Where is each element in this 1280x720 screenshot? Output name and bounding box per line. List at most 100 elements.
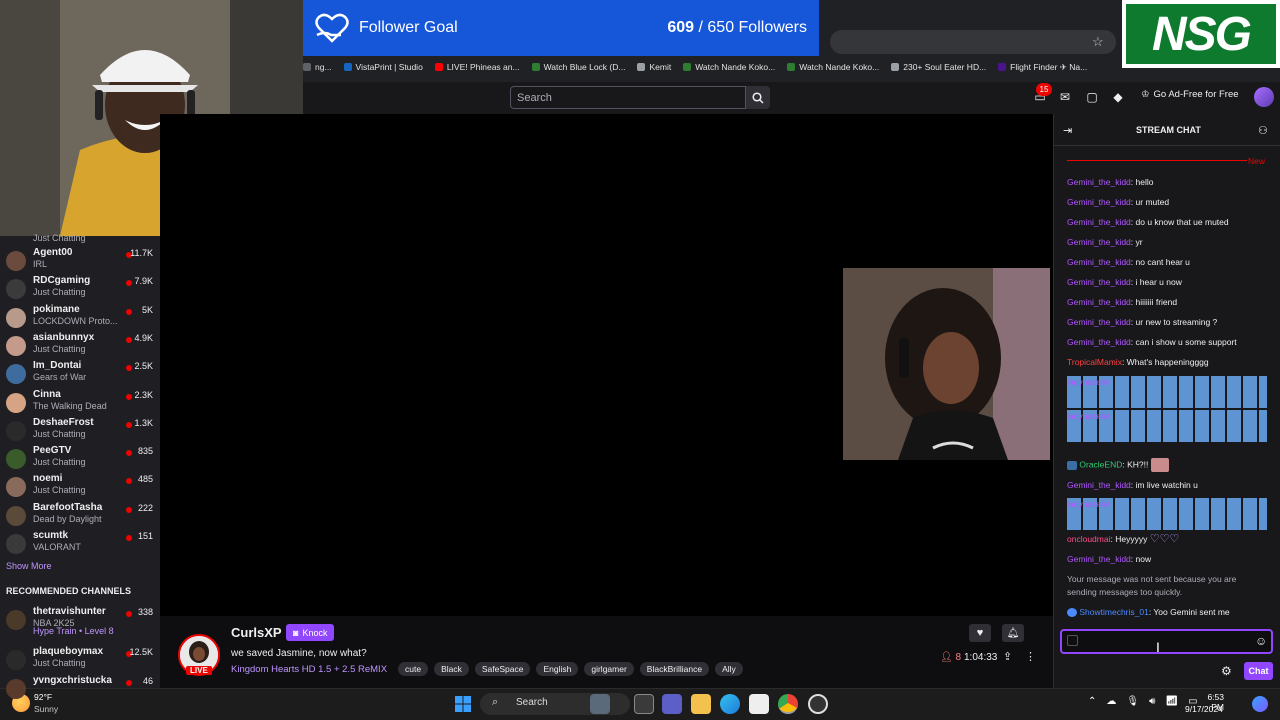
- chat-username[interactable]: oncloudmai: [1067, 534, 1110, 544]
- sidebar-channel[interactable]: RDCgaming Just Chatting 7.9K: [0, 273, 160, 301]
- chat-input-box[interactable]: [1060, 629, 1273, 654]
- chat-username[interactable]: Gemini_the_kidd: [1067, 237, 1131, 247]
- chat-username[interactable]: Showtimechris_01: [1079, 607, 1148, 617]
- sidebar-channel[interactable]: plaqueboymax Just Chatting 12.5K: [0, 644, 160, 672]
- share-icon[interactable]: ⇪: [1003, 650, 1012, 663]
- go-ad-free-button[interactable]: ♔ Go Ad-Free for Free: [1141, 89, 1239, 100]
- channel-points-icon[interactable]: [1067, 635, 1078, 646]
- sidebar-channel[interactable]: pokimane LOCKDOWN Proto... 5K: [0, 302, 160, 330]
- sidebar-channel[interactable]: PeeGTV Just Chatting 835: [0, 443, 160, 471]
- mail-icon[interactable]: ✉: [1057, 89, 1073, 105]
- chevron-up-icon[interactable]: ⌃: [1088, 696, 1096, 707]
- bookmark-item[interactable]: Watch Nande Koko...: [683, 62, 775, 72]
- stream-tag[interactable]: Black: [434, 662, 469, 676]
- bookmark-label: Watch Nande Koko...: [799, 62, 880, 72]
- bookmark-favicon-icon: [683, 63, 692, 71]
- chat-username[interactable]: Gemini_the_kidd: [1067, 297, 1131, 307]
- chat-send-button[interactable]: Chat: [1244, 662, 1273, 680]
- search-button[interactable]: [746, 86, 770, 109]
- chat-username[interactable]: Gemini_the_kidd: [1067, 480, 1131, 490]
- streamer-name[interactable]: CurlsXP: [231, 625, 282, 640]
- stream-tag[interactable]: girlgamer: [584, 662, 634, 676]
- game-category-link[interactable]: Kingdom Hearts HD 1.5 + 2.5 ReMIX: [231, 664, 387, 675]
- sidebar-channel[interactable]: Cinna The Walking Dead 2.3K: [0, 387, 160, 415]
- chat-text: : Heyyyyy: [1110, 534, 1148, 544]
- chat-username[interactable]: Gemini_the_kidd: [1067, 217, 1131, 227]
- microphone-icon[interactable]: 🎙︎: [1126, 696, 1139, 707]
- search-input[interactable]: Search: [510, 86, 746, 109]
- stream-tag[interactable]: cute: [398, 662, 429, 676]
- chat-username[interactable]: Gemini_the_kidd: [1067, 177, 1131, 187]
- stream-tag[interactable]: BlackBrilliance: [639, 662, 710, 676]
- wifi-icon[interactable]: 📶︎: [1165, 696, 1178, 707]
- bookmark-item[interactable]: Kemit: [637, 62, 671, 72]
- chat-username[interactable]: TropicalMamix: [1067, 357, 1122, 367]
- heart-icon: ♥: [976, 627, 984, 639]
- chat-text: : hello: [1130, 177, 1154, 187]
- community-icon[interactable]: ⚇: [1258, 124, 1268, 137]
- chat-input[interactable]: [1084, 634, 1244, 650]
- stream-tag[interactable]: Ally: [715, 662, 743, 676]
- user-avatar[interactable]: [1254, 87, 1274, 107]
- chat-username[interactable]: Gemini_the_kidd: [1067, 197, 1131, 207]
- bookmark-item[interactable]: 230+ Soul Eater HD...: [891, 62, 986, 72]
- chat-username[interactable]: Gemini_the_kidd: [1067, 277, 1131, 287]
- edge-icon[interactable]: [720, 694, 740, 714]
- emote-picker-icon[interactable]: ☺: [1255, 634, 1267, 648]
- chat-settings-icon[interactable]: ⚙: [1221, 664, 1232, 678]
- bits-icon[interactable]: ◆: [1110, 89, 1126, 105]
- show-more-link[interactable]: Show More: [6, 561, 52, 571]
- follow-heart-button[interactable]: ♥: [969, 624, 991, 642]
- bookmark-item[interactable]: Flight Finder ✈ Na...: [998, 62, 1087, 73]
- chat-username[interactable]: Gemini_the_kidd: [1067, 337, 1131, 347]
- volume-icon[interactable]: 🔊︎: [1149, 696, 1155, 707]
- sidebar-channel[interactable]: Im_Dontai Gears of War 2.5K: [0, 358, 160, 386]
- channel-name: Im_Dontai: [33, 360, 82, 372]
- sidebar-channel[interactable]: BarefootTasha Dead by Daylight 222: [0, 500, 160, 528]
- notification-bell-button[interactable]: 🔔︎: [1002, 624, 1024, 642]
- obs-icon[interactable]: [808, 694, 828, 714]
- chat-username[interactable]: Gemini_the_kidd: [1067, 317, 1131, 327]
- chat-text: : ur muted: [1130, 197, 1170, 207]
- cloud-icon[interactable]: ☁: [1106, 696, 1116, 707]
- address-bar[interactable]: [830, 30, 1116, 54]
- stream-tag[interactable]: English: [536, 662, 579, 676]
- chat-message: Gemini_the_kidd: do u know that ue muted: [1067, 216, 1267, 228]
- sidebar-channel[interactable]: yvngxchristucka 46: [0, 673, 160, 701]
- clock-date[interactable]: 9/17/2024: [1185, 704, 1223, 714]
- stream-tag[interactable]: SafeSpace: [474, 662, 531, 676]
- sidebar-channel[interactable]: noemi Just Chatting 485: [0, 471, 160, 499]
- chat-username[interactable]: Gemini_the_kidd: [1067, 554, 1131, 564]
- bookmark-item[interactable]: Watch Nande Koko...: [787, 62, 879, 72]
- bookmark-item[interactable]: LIVE! Phineas an...: [434, 62, 520, 72]
- sidebar-channel[interactable]: DeshaeFrost Just Chatting 1.3K: [0, 415, 160, 443]
- chat-username[interactable]: ladyhazeltv: [1067, 377, 1110, 387]
- chrome-icon[interactable]: [778, 694, 798, 714]
- bookmark-item[interactable]: ng...: [303, 62, 332, 72]
- bookmark-item[interactable]: VistaPrint | Studio: [343, 62, 423, 72]
- collapse-chat-icon[interactable]: ⇥: [1063, 124, 1072, 137]
- sidebar-channel[interactable]: asianbunnyx Just Chatting 4.9K: [0, 330, 160, 358]
- bookmark-item[interactable]: Watch Blue Lock (D...: [531, 62, 625, 72]
- chat-username[interactable]: ladyhazeltv: [1067, 411, 1110, 421]
- windows-start-icon[interactable]: [455, 696, 471, 712]
- bookmark-star-icon[interactable]: ☆: [1092, 34, 1108, 50]
- chat-username[interactable]: Gemini_the_kidd: [1067, 257, 1131, 267]
- knock-button[interactable]: ◙ Knock: [286, 624, 335, 641]
- chat-text: : im live watchin u: [1130, 480, 1198, 490]
- file-explorer-icon[interactable]: [691, 694, 711, 714]
- chat-username[interactable]: OracleEND: [1079, 459, 1122, 469]
- channel-game: IRL: [33, 259, 48, 269]
- more-options-icon[interactable]: ⋮: [1025, 650, 1036, 663]
- teams-icon[interactable]: [662, 694, 682, 714]
- widgets-app-icon[interactable]: [590, 694, 610, 714]
- system-tray: ⌃ ☁ 🎙︎ 🔊︎ 📶︎ ▭: [1088, 696, 1198, 707]
- chat-bubble-icon[interactable]: ▢: [1084, 89, 1100, 105]
- sidebar-channel[interactable]: scumtk VALORANT 151: [0, 528, 160, 556]
- task-view-icon[interactable]: [634, 694, 654, 714]
- bookmark-favicon-icon: [531, 63, 540, 71]
- sidebar-channel[interactable]: Agent00 IRL 11.7K: [0, 245, 160, 273]
- chat-username[interactable]: ladyhazeltv: [1067, 499, 1110, 509]
- copilot-icon[interactable]: [1252, 696, 1268, 712]
- store-icon[interactable]: [749, 694, 769, 714]
